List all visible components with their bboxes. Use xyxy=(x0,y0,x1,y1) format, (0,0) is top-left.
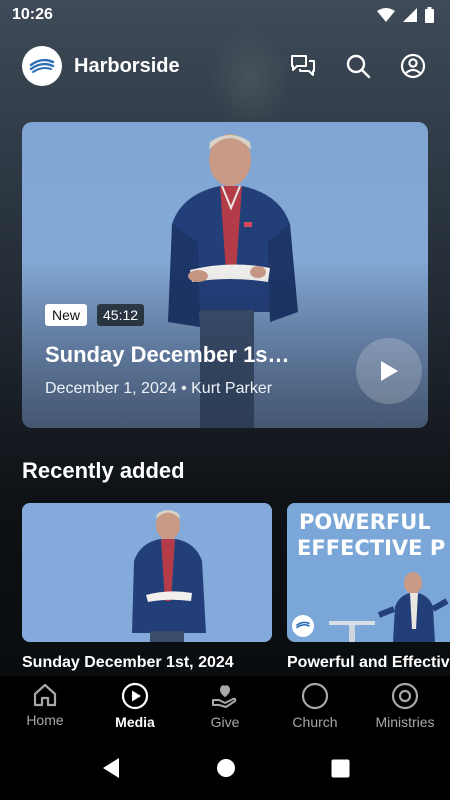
nav-home-label: Home xyxy=(26,712,64,728)
thumbnail-headline-line2: EFFECTIVE P xyxy=(297,536,446,560)
hero-title: Sunday December 1s… xyxy=(45,342,290,367)
battery-icon xyxy=(425,7,434,23)
system-navigation-bar xyxy=(0,736,450,800)
account-button[interactable] xyxy=(398,51,428,81)
play-button[interactable] xyxy=(356,338,422,404)
nav-media[interactable]: Media xyxy=(90,676,180,736)
status-bar: 10:26 xyxy=(0,0,450,30)
nav-ministries[interactable]: Ministries xyxy=(360,676,450,736)
home-icon xyxy=(33,683,57,707)
media-card[interactable]: POWERFUL EFFECTIVE P Powerful and Effect… xyxy=(287,503,450,675)
nav-media-label: Media xyxy=(115,714,155,730)
nav-church-label: Church xyxy=(292,714,338,730)
bottom-navigation: Home Media Give Church Ministries xyxy=(0,676,450,736)
account-icon xyxy=(400,53,426,79)
church-logo-small xyxy=(292,615,314,637)
search-button[interactable] xyxy=(343,51,373,81)
hero-badges: New 45:12 xyxy=(45,304,145,326)
header-actions xyxy=(288,51,428,81)
recently-added-carousel[interactable]: Sunday December 1st, 2024 POWERFUL EFFEC… xyxy=(22,503,450,675)
give-hand-heart-icon xyxy=(212,685,237,708)
featured-sermon-card[interactable]: New 45:12 Sunday December 1s… December 1… xyxy=(22,122,428,428)
nav-give[interactable]: Give xyxy=(180,676,270,736)
recents-icon[interactable] xyxy=(331,759,350,778)
nav-ministries-label: Ministries xyxy=(375,714,435,730)
ring-icon xyxy=(391,682,419,710)
chat-button[interactable] xyxy=(288,51,318,81)
search-icon xyxy=(346,54,371,79)
hero-meta: December 1, 2024 • Kurt Parker xyxy=(45,380,273,397)
nav-home[interactable]: Home xyxy=(0,676,90,736)
church-logo[interactable] xyxy=(22,46,62,86)
thumbnail-headline-line1: POWERFUL xyxy=(299,510,431,534)
back-icon[interactable] xyxy=(101,757,121,779)
nav-give-label: Give xyxy=(210,714,240,730)
status-icons xyxy=(377,7,434,23)
chat-icon xyxy=(291,55,315,76)
media-thumbnail[interactable] xyxy=(22,503,272,642)
media-thumbnail[interactable]: POWERFUL EFFECTIVE P xyxy=(287,503,450,642)
app-header: Harborside xyxy=(22,44,428,88)
recently-added-heading: Recently added xyxy=(22,458,185,483)
media-card[interactable]: Sunday December 1st, 2024 xyxy=(22,503,272,675)
speaker-thumbnail-image xyxy=(22,503,272,642)
signal-icon xyxy=(403,8,417,22)
home-circle-icon[interactable] xyxy=(216,758,236,778)
duration-badge: 45:12 xyxy=(97,304,145,326)
status-time: 10:26 xyxy=(12,6,53,23)
circle-icon xyxy=(301,682,329,710)
thumbnail-headline: POWERFUL EFFECTIVE P xyxy=(297,509,445,561)
app-title: Harborside xyxy=(74,54,180,77)
new-badge: New xyxy=(45,304,88,326)
logo-swoosh-icon xyxy=(295,621,310,629)
wifi-icon xyxy=(377,8,395,22)
media-card-title: Powerful and Effective xyxy=(287,654,450,671)
media-card-title: Sunday December 1st, 2024 xyxy=(22,654,234,671)
play-icon xyxy=(381,361,398,381)
play-circle-icon xyxy=(121,682,149,710)
nav-church[interactable]: Church xyxy=(270,676,360,736)
logo-swoosh-icon xyxy=(29,58,55,73)
